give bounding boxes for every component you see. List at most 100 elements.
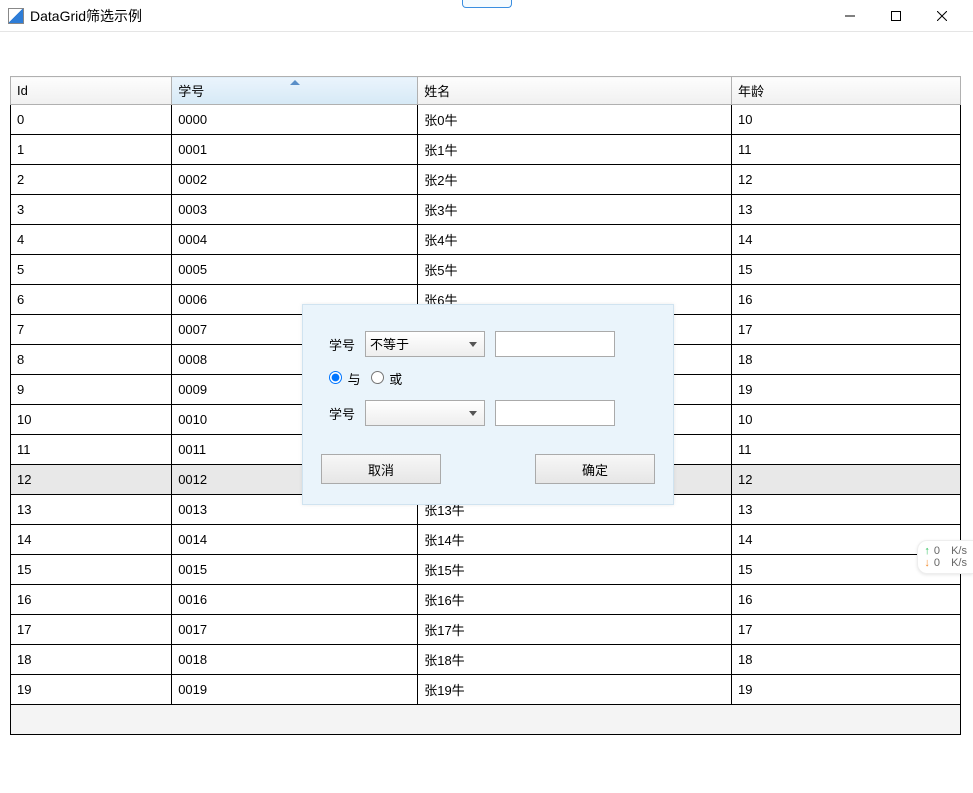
table-cell: 张18牛 <box>418 645 732 675</box>
table-cell: 12 <box>11 465 172 495</box>
table-cell: 15 <box>11 555 172 585</box>
table-row[interactable]: 150015张15牛15 <box>11 555 961 585</box>
table-cell: 张2牛 <box>418 165 732 195</box>
maximize-button[interactable] <box>873 1 919 31</box>
table-row[interactable]: 190019张19牛19 <box>11 675 961 705</box>
table-cell: 14 <box>11 525 172 555</box>
filter-field2-label: 学号 <box>321 404 355 423</box>
table-cell: 16 <box>11 585 172 615</box>
table-cell: 17 <box>11 615 172 645</box>
table-cell: 0003 <box>172 195 418 225</box>
table-cell: 张19牛 <box>418 675 732 705</box>
minimize-button[interactable] <box>827 1 873 31</box>
column-header[interactable]: Id <box>11 77 172 105</box>
filter-field1-label: 学号 <box>321 335 355 354</box>
table-cell: 9 <box>11 375 172 405</box>
filter-operator1-select[interactable]: 不等于 <box>365 331 485 357</box>
table-row[interactable]: 40004张4牛14 <box>11 225 961 255</box>
download-icon: ↓ <box>924 557 930 569</box>
table-cell: 13 <box>11 495 172 525</box>
filter-value1-input[interactable] <box>495 331 615 357</box>
table-cell: 张3牛 <box>418 195 732 225</box>
table-cell: 0000 <box>172 105 418 135</box>
table-cell: 4 <box>11 225 172 255</box>
filter-operator2-select[interactable] <box>365 400 485 426</box>
table-cell: 16 <box>732 285 961 315</box>
table-cell: 19 <box>732 375 961 405</box>
table-cell: 张15牛 <box>418 555 732 585</box>
logic-and-radio[interactable]: 与 <box>325 369 361 388</box>
cancel-button[interactable]: 取消 <box>321 454 441 484</box>
table-cell: 18 <box>11 645 172 675</box>
table-cell: 19 <box>11 675 172 705</box>
table-cell: 张0牛 <box>418 105 732 135</box>
table-cell: 17 <box>732 315 961 345</box>
table-cell: 0002 <box>172 165 418 195</box>
column-header[interactable]: 学号 <box>172 77 418 105</box>
table-cell: 0 <box>11 105 172 135</box>
table-cell: 张17牛 <box>418 615 732 645</box>
table-cell: 11 <box>11 435 172 465</box>
table-cell: 2 <box>11 165 172 195</box>
logic-or-radio[interactable]: 或 <box>367 369 403 388</box>
filter-condition-2: 学号 <box>321 400 655 426</box>
table-cell: 10 <box>732 405 961 435</box>
table-row[interactable]: 00000张0牛10 <box>11 105 961 135</box>
table-cell: 15 <box>732 255 961 285</box>
table-cell: 18 <box>732 345 961 375</box>
table-row[interactable]: 50005张5牛15 <box>11 255 961 285</box>
download-unit: K/s <box>951 557 967 569</box>
titlebar-tab-handle[interactable] <box>462 0 512 8</box>
table-cell: 0005 <box>172 255 418 285</box>
close-button[interactable] <box>919 1 965 31</box>
table-row[interactable]: 140014张14牛14 <box>11 525 961 555</box>
table-cell: 12 <box>732 465 961 495</box>
grid-footer-space <box>11 705 961 735</box>
filter-logic-row: 与 或 <box>321 369 655 388</box>
window-title: DataGrid筛选示例 <box>30 6 142 26</box>
table-cell: 13 <box>732 195 961 225</box>
table-cell: 11 <box>732 135 961 165</box>
sort-ascending-icon <box>290 80 300 85</box>
table-cell: 3 <box>11 195 172 225</box>
table-cell: 张4牛 <box>418 225 732 255</box>
table-cell: 张14牛 <box>418 525 732 555</box>
table-cell: 14 <box>732 225 961 255</box>
upload-icon: ↑ <box>924 545 930 557</box>
table-row[interactable]: 170017张17牛17 <box>11 615 961 645</box>
table-cell: 0019 <box>172 675 418 705</box>
table-cell: 1 <box>11 135 172 165</box>
table-row[interactable]: 10001张1牛11 <box>11 135 961 165</box>
table-cell: 12 <box>732 165 961 195</box>
table-cell: 0017 <box>172 615 418 645</box>
upload-unit: K/s <box>951 545 967 557</box>
table-cell: 张16牛 <box>418 585 732 615</box>
column-header[interactable]: 姓名 <box>418 77 732 105</box>
filter-value2-input[interactable] <box>495 400 615 426</box>
column-header[interactable]: 年龄 <box>732 77 961 105</box>
download-value: 0 <box>934 557 940 569</box>
table-row[interactable]: 20002张2牛12 <box>11 165 961 195</box>
table-cell: 13 <box>732 495 961 525</box>
table-cell: 0004 <box>172 225 418 255</box>
column-header-label: 学号 <box>178 84 204 99</box>
titlebar: DataGrid筛选示例 <box>0 0 973 32</box>
column-header-label: 年龄 <box>738 84 764 99</box>
table-cell: 0018 <box>172 645 418 675</box>
column-header-label: Id <box>17 83 28 98</box>
table-cell: 10 <box>732 105 961 135</box>
ok-button[interactable]: 确定 <box>535 454 655 484</box>
table-cell: 18 <box>732 645 961 675</box>
table-cell: 17 <box>732 615 961 645</box>
table-cell: 5 <box>11 255 172 285</box>
table-cell: 张5牛 <box>418 255 732 285</box>
table-row[interactable]: 30003张3牛13 <box>11 195 961 225</box>
table-cell: 0014 <box>172 525 418 555</box>
network-speed-overlay: ↑0 K/s ↓0 K/s <box>917 540 973 574</box>
table-row[interactable]: 180018张18牛18 <box>11 645 961 675</box>
window-controls <box>827 1 965 31</box>
filter-condition-1: 学号 不等于 <box>321 331 655 357</box>
table-row[interactable]: 160016张16牛16 <box>11 585 961 615</box>
app-icon <box>8 8 24 24</box>
table-cell: 19 <box>732 675 961 705</box>
